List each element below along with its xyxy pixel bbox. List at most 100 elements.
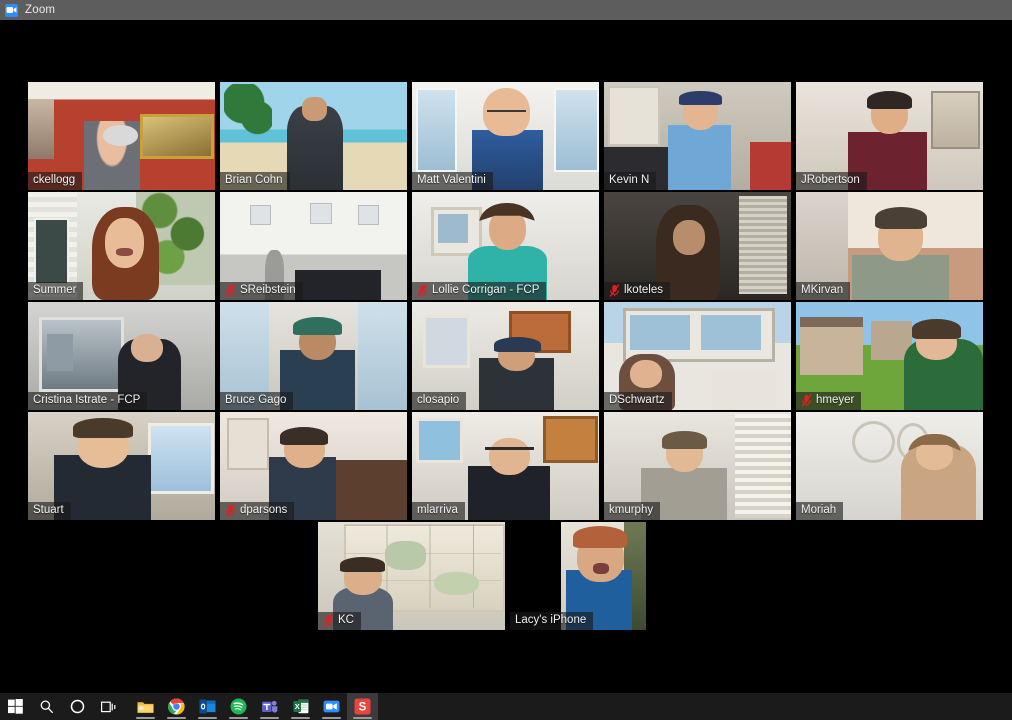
taskbar-app-chrome[interactable] [161, 693, 192, 720]
participant-tile[interactable]: JRobertson [796, 82, 983, 190]
participant-nameplate: lkoteles [604, 282, 670, 300]
participant-name: mlarriva [417, 504, 458, 516]
participant-name: Summer [33, 284, 77, 296]
participant-nameplate: JRobertson [796, 172, 867, 190]
mute-icon [801, 394, 812, 407]
participant-tile[interactable]: Stuart [28, 412, 215, 520]
participant-name: kmurphy [609, 504, 654, 516]
running-indicator [353, 717, 372, 719]
participant-nameplate: Bruce Gago [220, 392, 294, 410]
participant-name: Moriah [801, 504, 837, 516]
participant-name: Matt Valentini [417, 174, 486, 186]
participant-name: Stuart [33, 504, 64, 516]
zoom-camera-icon [5, 3, 18, 17]
participant-nameplate: Lacy's iPhone [510, 612, 594, 630]
taskbar-app-teams[interactable] [254, 693, 285, 720]
taskbar-app-snagit[interactable]: S [347, 693, 378, 720]
participant-nameplate: Brian Cohn [220, 172, 290, 190]
participant-name: KC [338, 614, 354, 626]
participant-nameplate: mlarriva [412, 502, 465, 520]
windows-taskbar: X S [0, 693, 1012, 720]
outlook-icon [199, 698, 216, 715]
participant-name: MKirvan [801, 284, 844, 296]
running-indicator [260, 717, 279, 719]
participant-tile[interactable]: mlarriva [412, 412, 599, 520]
participant-name: closapio [417, 394, 460, 406]
window-title: Zoom [25, 4, 56, 16]
participant-tile[interactable]: Lacy's iPhone [510, 522, 697, 630]
participant-tile[interactable]: KC [318, 522, 505, 630]
participant-tile[interactable]: Kevin N [604, 82, 791, 190]
participant-name: Bruce Gago [225, 394, 287, 406]
mute-icon [609, 284, 620, 297]
running-indicator [167, 717, 186, 719]
folder-icon [137, 698, 154, 715]
participant-nameplate: Stuart [28, 502, 71, 520]
participant-name: Brian Cohn [225, 174, 283, 186]
participant-tile[interactable]: closapio [412, 302, 599, 410]
snagit-icon: S [354, 698, 371, 715]
participant-nameplate: Kevin N [604, 172, 657, 190]
participant-name: Lacy's iPhone [515, 614, 587, 626]
participant-tile[interactable]: Brian Cohn [220, 82, 407, 190]
participant-name: Lollie Corrigan - FCP [432, 284, 540, 296]
cortana-circle-icon[interactable] [62, 693, 93, 720]
running-indicator [198, 717, 217, 719]
running-indicator [136, 717, 155, 719]
start-button[interactable] [0, 693, 31, 720]
participant-tile[interactable]: Matt Valentini [412, 82, 599, 190]
participant-tile[interactable]: hmeyer [796, 302, 983, 410]
zoom-icon [323, 698, 340, 715]
running-indicator [229, 717, 248, 719]
taskbar-app-excel[interactable]: X [285, 693, 316, 720]
participant-nameplate: kmurphy [604, 502, 661, 520]
spotify-icon [230, 698, 247, 715]
participant-tile[interactable]: Lollie Corrigan - FCP [412, 192, 599, 300]
participant-name: dparsons [240, 504, 288, 516]
mute-icon [225, 504, 236, 517]
task-view-icon[interactable] [93, 693, 124, 720]
running-indicator [291, 717, 310, 719]
svg-text:S: S [359, 701, 367, 713]
participant-tile[interactable]: MKirvan [796, 192, 983, 300]
participant-nameplate: KC [318, 612, 361, 630]
participant-tile[interactable]: dparsons [220, 412, 407, 520]
participant-tile[interactable]: Cristina Istrate - FCP [28, 302, 215, 410]
participant-name: Cristina Istrate - FCP [33, 394, 141, 406]
chrome-icon [168, 698, 185, 715]
zoom-app-window: Zoom ckellogg Brian Cohn Matt Valentini … [0, 0, 1012, 720]
participant-name: hmeyer [816, 394, 855, 406]
participant-nameplate: Lollie Corrigan - FCP [412, 282, 547, 300]
participant-tile[interactable]: Moriah [796, 412, 983, 520]
taskbar-app-folder[interactable] [130, 693, 161, 720]
taskbar-app-spotify[interactable] [223, 693, 254, 720]
window-titlebar[interactable]: Zoom [0, 0, 1012, 20]
participant-tile[interactable]: SReibstein [220, 192, 407, 300]
search-icon[interactable] [31, 693, 62, 720]
participant-name: ckellogg [33, 174, 76, 186]
participant-tile[interactable]: lkoteles [604, 192, 791, 300]
taskbar-app-outlook[interactable] [192, 693, 223, 720]
participant-name: lkoteles [624, 284, 663, 296]
participant-nameplate: dparsons [220, 502, 295, 520]
participant-nameplate: Summer [28, 282, 84, 300]
participant-nameplate: Matt Valentini [412, 172, 493, 190]
running-indicator [322, 717, 341, 719]
participant-nameplate: Cristina Istrate - FCP [28, 392, 148, 410]
participant-nameplate: MKirvan [796, 282, 851, 300]
participant-tile[interactable]: kmurphy [604, 412, 791, 520]
participant-name: Kevin N [609, 174, 650, 186]
participant-nameplate: closapio [412, 392, 467, 410]
taskbar-app-zoom[interactable] [316, 693, 347, 720]
mute-icon [417, 284, 428, 297]
participant-tile[interactable]: DSchwartz [604, 302, 791, 410]
participant-name: SReibstein [240, 284, 296, 296]
svg-text:X: X [294, 702, 299, 711]
excel-icon: X [292, 698, 309, 715]
participant-tile[interactable]: Bruce Gago [220, 302, 407, 410]
mute-icon [225, 284, 236, 297]
participant-tile[interactable]: Summer [28, 192, 215, 300]
mute-icon [323, 614, 334, 627]
participant-tile[interactable]: ckellogg [28, 82, 215, 190]
teams-icon [261, 698, 278, 715]
